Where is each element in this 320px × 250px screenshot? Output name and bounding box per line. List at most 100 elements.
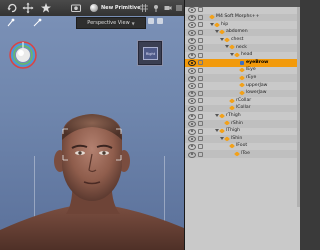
tree-row[interactable]: neck [185,43,300,52]
lock-icon[interactable] [198,14,203,20]
tree-row-label: M4 Soft Morphs++ [216,14,260,20]
camera-icon[interactable] [164,4,172,12]
tree-row[interactable]: chest [185,36,300,44]
render-icon[interactable] [70,2,82,14]
lock-icon[interactable] [198,151,203,157]
scrollbar[interactable] [297,7,300,207]
lock-icon[interactable] [198,75,203,81]
eye-visibility-icon[interactable] [188,106,196,113]
bone-node-icon [219,29,225,36]
tree-row-selected[interactable]: eyeBrow [185,59,300,67]
lock-icon[interactable] [198,90,203,96]
tree-row[interactable]: head [185,52,300,60]
tree-row-label: rThigh [226,112,241,118]
tree-row[interactable]: lShin [185,135,300,143]
bone-node-icon [224,120,230,127]
bone-node-icon [229,97,235,104]
eye-visibility-icon[interactable] [188,121,196,128]
lock-icon[interactable] [198,52,203,58]
lock-icon[interactable] [198,83,203,89]
bone-node-icon [229,44,235,51]
tree-row-label: head [241,52,253,58]
3d-viewport[interactable]: Perspective View ▼ Right [0,16,184,250]
tree-row-label: lToe [241,150,250,156]
lock-icon[interactable] [198,37,203,43]
eye-visibility-icon[interactable] [188,98,196,105]
tree-row-label: abdomen [226,29,248,35]
tree-row[interactable]: M4 Soft Morphs++ [185,13,300,22]
bone-node-icon [239,82,245,89]
tree-row-label: lShin [231,135,243,141]
bone-node-icon [214,21,220,28]
bone-node-icon [234,52,240,58]
lock-icon[interactable] [198,30,203,36]
figure-icon [240,60,244,65]
lock-icon[interactable] [198,136,203,142]
star-tool-icon[interactable] [40,2,52,14]
lock-icon[interactable] [198,121,203,127]
eye-visibility-icon[interactable] [188,68,196,75]
lock-icon[interactable] [198,113,203,119]
lock-icon[interactable] [198,60,203,66]
primitive-dot-icon [90,4,98,12]
eye-visibility-icon[interactable] [188,60,196,67]
tree-row[interactable]: rEye [185,74,300,82]
tree-row[interactable]: rThigh [185,112,300,120]
tree-row[interactable]: hip [185,21,300,29]
eye-visibility-icon[interactable] [188,7,196,14]
eye-visibility-icon[interactable] [188,22,196,29]
eye-visibility-icon[interactable] [188,83,196,90]
lock-icon[interactable] [198,98,203,104]
tree-row[interactable]: rCollar [185,97,300,105]
tree-row-label: rCollar [236,97,252,103]
eye-visibility-icon[interactable] [188,136,196,143]
tree-row[interactable]: upperJaw [185,82,300,90]
pin-icon[interactable] [152,4,160,12]
lock-icon[interactable] [198,143,203,149]
eye-visibility-icon[interactable] [188,45,196,52]
tree-row-label: eyeBrow [246,59,269,65]
eye-visibility-icon[interactable] [188,37,196,44]
figure-head-model[interactable] [0,16,184,250]
eye-visibility-icon[interactable] [188,128,196,135]
tree-row[interactable] [185,6,300,14]
eye-visibility-icon[interactable] [188,14,196,21]
scene-tree[interactable]: M4 Soft Morphs++ hip abdomen chest neck head e… [185,6,300,158]
tree-row-label: rShin [231,120,243,126]
lock-icon[interactable] [198,45,203,51]
eye-visibility-icon[interactable] [188,113,196,120]
tree-row-label: neck [236,44,247,50]
eye-visibility-icon[interactable] [188,52,196,59]
eye-visibility-icon[interactable] [188,143,196,150]
tree-row-label: lFoot [236,143,248,149]
tree-row[interactable]: lToe [185,150,300,158]
lock-icon[interactable] [198,128,203,134]
tree-row[interactable]: lowerJaw [185,89,300,98]
new-primitive-button[interactable]: New Primitive [90,1,140,15]
lock-icon[interactable] [198,7,203,13]
grid-icon[interactable] [140,4,148,12]
tree-row-label: upperJaw [246,82,268,88]
tree-row[interactable]: lCollar [185,104,300,113]
tree-row[interactable]: abdomen [185,28,300,37]
eye-visibility-icon[interactable] [188,30,196,37]
tree-row-label: lCollar [236,105,251,111]
rotate-tool-icon[interactable] [6,2,18,14]
main-toolbar: New Primitive [0,0,184,17]
menu-icon[interactable] [175,4,183,12]
tree-row-label: lEye [246,67,256,73]
tree-row[interactable]: rShin [185,119,300,128]
tree-row[interactable]: lThigh [185,128,300,136]
bone-node-icon [219,128,225,134]
lock-icon[interactable] [198,68,203,74]
universal-tool-icon[interactable] [22,2,34,14]
tree-row[interactable]: lFoot [185,143,300,151]
lock-icon[interactable] [198,106,203,112]
eye-visibility-icon[interactable] [188,90,196,97]
tree-row[interactable]: lEye [185,67,300,75]
daz-studio-window: New Primitive Perspective View ▼ Right M… [0,0,300,250]
lock-icon[interactable] [198,22,203,28]
eye-visibility-icon[interactable] [188,75,196,82]
tree-row-label: rEye [246,74,257,80]
eye-visibility-icon[interactable] [188,151,196,158]
